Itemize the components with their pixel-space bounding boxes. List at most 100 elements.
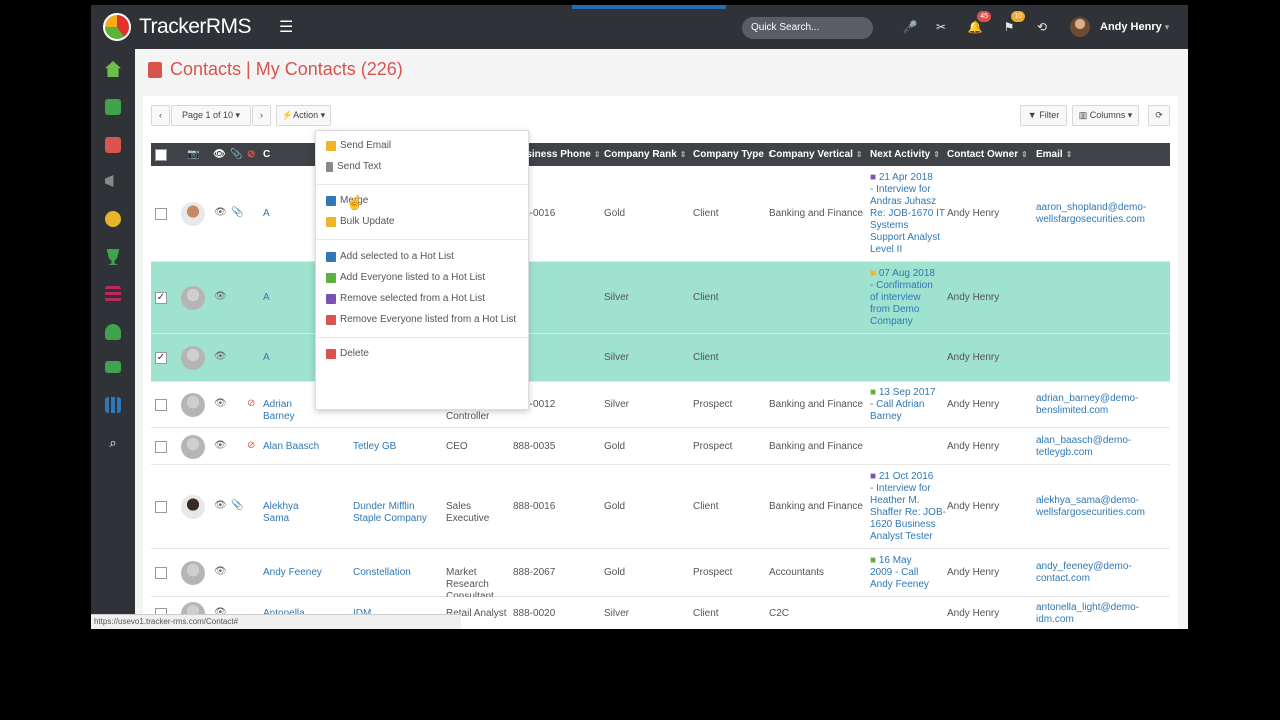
next-activity-link[interactable]: ■ 16 May 2009 - Call Andy Feeney xyxy=(870,555,929,591)
row-checkbox[interactable] xyxy=(155,399,167,411)
table-row[interactable]: 👁 Andy Feeney Constellation Market Research… xyxy=(151,549,1170,602)
menu-item-delete[interactable]: Delete xyxy=(326,348,369,359)
email-link[interactable]: antonella_light@demo-idm.com xyxy=(1036,602,1139,626)
table-row[interactable]: ✓👁AManagerSilverClientAndy Henry xyxy=(151,334,1170,382)
company-type: Client xyxy=(693,292,755,304)
email-link[interactable]: alan_baasch@demo-tetleygb.com xyxy=(1036,435,1131,459)
row-checkbox[interactable] xyxy=(155,440,167,453)
column-header-company-rank[interactable]: Company Rank ⇕ xyxy=(604,143,687,166)
menu-item-bulk-update[interactable]: Bulk Update xyxy=(326,216,394,227)
refresh-button[interactable]: ⟳ xyxy=(1148,105,1170,126)
menu-item-send-text[interactable]: Send Text xyxy=(326,161,381,172)
puzzle-icon[interactable] xyxy=(105,211,121,227)
email-link[interactable]: adrian_barney@demo-benslimited.com xyxy=(1036,393,1138,417)
email-line: adrian_barney@demo- xyxy=(1036,393,1139,404)
email-link[interactable]: aaron_shopland@demo-wellsfargosecurities… xyxy=(1036,202,1146,226)
logo[interactable]: TrackerRMS xyxy=(103,13,252,41)
eye-icon[interactable]: 👁 xyxy=(214,398,227,409)
select-all-checkbox[interactable] xyxy=(155,149,167,161)
company-link[interactable]: Dunder Mifflin Staple Company xyxy=(353,501,433,525)
filter-button[interactable]: ▼ Filter xyxy=(1020,105,1067,126)
company-link-text: Dunder Mifflin Staple Company xyxy=(353,501,427,524)
row-checkbox[interactable] xyxy=(155,567,167,579)
eye-icon[interactable]: 👁 xyxy=(214,351,227,362)
next-activity-text: from Demo xyxy=(870,304,920,315)
row-checkbox[interactable] xyxy=(155,208,167,220)
next-activity-link[interactable]: ■ 07 Aug 2018- Confirmation of interview f… xyxy=(870,268,935,328)
paperclip-icon[interactable]: 📎 xyxy=(231,500,243,511)
next-activity-text: - Interview for xyxy=(870,184,931,195)
eye-icon[interactable]: 👁 xyxy=(214,291,227,302)
company-link[interactable]: Constellation xyxy=(353,567,433,579)
users-icon[interactable] xyxy=(105,324,121,340)
user-menu[interactable]: Andy Henry ▾ xyxy=(1070,17,1169,37)
next-activity-link[interactable]: ■ 21 Oct 2016- Interview for Heather M. Sh… xyxy=(870,471,946,543)
next-activity-line: - Interview for xyxy=(870,483,946,495)
bell-icon[interactable]: 🔔 45 xyxy=(965,11,991,37)
eye-icon[interactable]: 👁 xyxy=(214,566,227,577)
eye-icon[interactable]: 👁 xyxy=(214,440,227,451)
row-checkbox[interactable]: ✓ xyxy=(155,292,167,304)
column-label: Contact Owner xyxy=(947,149,1019,160)
company-type-text: Prospect xyxy=(693,567,733,578)
home-icon[interactable] xyxy=(105,61,121,77)
chart-icon[interactable] xyxy=(105,397,121,413)
next-activity-text: Analyst Tester xyxy=(870,531,933,542)
building-icon[interactable] xyxy=(105,99,121,115)
contacts-icon[interactable] xyxy=(105,137,121,153)
page-selector[interactable]: Page 1 of 10 ▾ xyxy=(171,105,251,126)
activity-type-icon: ■ xyxy=(870,268,879,279)
history-icon[interactable]: ⟲ xyxy=(1032,17,1052,37)
column-header-contact-owner[interactable]: Contact Owner ⇕ xyxy=(947,143,1028,166)
paperclip-icon[interactable]: 📎 xyxy=(231,207,243,218)
columns-button[interactable]: ▥ Columns ▾ xyxy=(1072,105,1139,126)
table-row[interactable]: 👁 ⊘ Alan Baasch Tetley GB CEO 888-0035 Gold Pro… xyxy=(151,428,1170,465)
column-label: Company Type xyxy=(693,149,764,160)
menu-item-send-email[interactable]: Send Email xyxy=(326,140,391,151)
next-activity-line: Analyst Tester xyxy=(870,531,946,543)
search-icon[interactable]: ⌕ xyxy=(105,435,121,451)
contact-name-link-text: Andy Feeney xyxy=(263,567,322,578)
megaphone-icon[interactable] xyxy=(105,175,114,187)
camera-icon: 📷 xyxy=(187,149,200,160)
email-line: alan_baasch@demo- xyxy=(1036,434,1132,446)
contact-name-link[interactable]: Alan Baasch xyxy=(263,441,325,453)
menu-toggle-icon[interactable]: ☰ xyxy=(279,17,293,37)
money-icon[interactable] xyxy=(105,361,121,373)
menu-item-add-everyone-hotlist[interactable]: Add Everyone listed to a Hot List xyxy=(326,272,485,283)
table-row[interactable]: 👁⊘Adrian BarneyBens LimitedInsight Contr… xyxy=(151,382,1170,428)
company-link[interactable]: Tetley GB xyxy=(353,441,433,453)
next-activity-link[interactable]: ■ 21 Apr 2018- Interview for Andras Juhas… xyxy=(870,172,945,256)
flag-icon[interactable]: ⚑ 10 xyxy=(999,11,1025,37)
menu-item-remove-selected-hotlist[interactable]: Remove selected from a Hot List xyxy=(326,293,485,304)
contact-name-link[interactable]: Andy Feeney xyxy=(263,567,325,579)
column-header-next-activity[interactable]: Next Activity ⇕ xyxy=(870,143,940,166)
list-icon[interactable] xyxy=(105,286,121,302)
prev-page-button[interactable]: ‹ xyxy=(151,105,170,126)
next-activity-text: Support Analyst xyxy=(870,232,941,243)
eye-icon[interactable]: 👁 xyxy=(214,500,227,511)
menu-item-remove-everyone-hotlist[interactable]: Remove Everyone listed from a Hot List xyxy=(326,314,516,325)
table-row[interactable]: 👁📎An888-0016GoldClientBanking and Financ… xyxy=(151,166,1170,262)
email-link[interactable]: alekhya_sama@demo-wellsfargosecurities.c… xyxy=(1036,495,1145,519)
next-activity-link[interactable]: ■ 13 Sep 2017- Call Adrian Barney xyxy=(870,387,936,423)
row-checkbox[interactable] xyxy=(155,501,167,513)
action-button[interactable]: ⚡Action ▾ xyxy=(276,105,331,126)
column-header-email[interactable]: Email ⇕ xyxy=(1036,143,1072,166)
column-header-partial[interactable]: C xyxy=(263,143,270,166)
column-header-company-vertical[interactable]: Company Vertical ⇕ xyxy=(769,143,863,166)
table-row[interactable]: 👁 📎 Alekhya Sama Dunder Mifflin Staple Comp… xyxy=(151,465,1170,549)
menu-item-add-selected-hotlist[interactable]: Add selected to a Hot List xyxy=(326,251,454,262)
email-link[interactable]: andy_feeney@demo-contact.com xyxy=(1036,561,1132,585)
column-header-company-type[interactable]: Company Type ⇕ xyxy=(693,143,774,166)
row-checkbox[interactable]: ✓ xyxy=(155,352,167,364)
tools-icon[interactable]: ✂ xyxy=(931,17,951,37)
avatar xyxy=(181,393,205,417)
contact-name-link[interactable]: Alekhya Sama xyxy=(263,501,325,525)
next-page-button[interactable]: › xyxy=(252,105,271,126)
trophy-icon[interactable] xyxy=(106,249,120,265)
eye-icon[interactable]: 👁 xyxy=(214,207,227,218)
table-row[interactable]: ✓ 👁 A Silver Client ■ 07 Aug 2018- Confirmati… xyxy=(151,262,1170,334)
microphone-icon[interactable]: 🎤 xyxy=(900,17,920,37)
quick-search-input[interactable]: Quick Search... xyxy=(742,17,873,39)
